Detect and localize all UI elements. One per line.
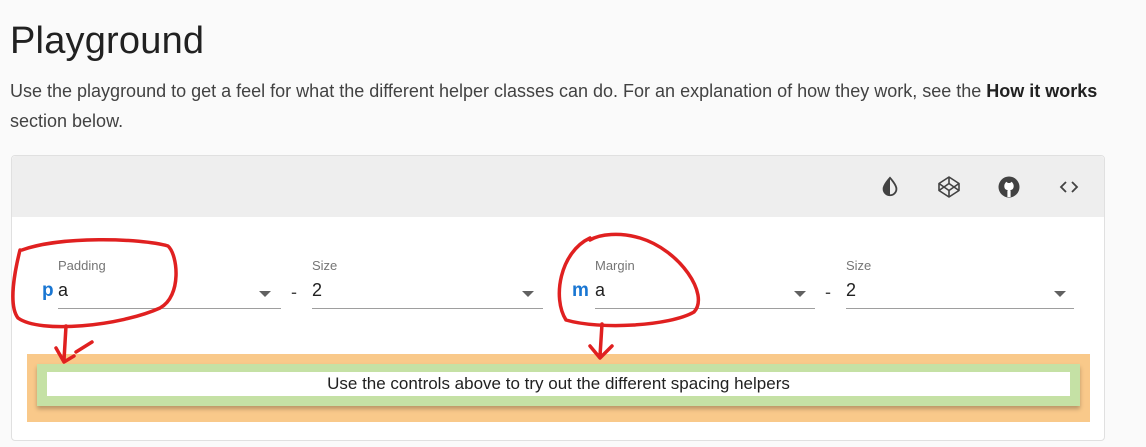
margin-select[interactable]: Margin m a: [571, 258, 815, 314]
intro-paragraph: Use the playground to get a feel for wha…: [10, 76, 1110, 136]
github-button[interactable]: [995, 173, 1023, 201]
playground-card: Padding p a - Size 2 Margin m a - Size 2…: [11, 155, 1105, 441]
margin-size-label: Size: [846, 258, 872, 273]
demo-margin-area: Use the controls above to try out the di…: [27, 354, 1090, 422]
padding-size-label: Size: [312, 258, 338, 273]
margin-prefix: m: [572, 280, 589, 301]
invert-colors-icon: [882, 176, 898, 197]
intro-text: Use the playground to get a feel for wha…: [10, 81, 987, 101]
page-title: Playground: [10, 20, 205, 62]
padding-underline: [58, 308, 281, 309]
padding-size-select[interactable]: Size 2: [312, 258, 543, 314]
code-icon: [1059, 181, 1079, 193]
view-source-button[interactable]: [1055, 173, 1083, 201]
intro-text-end: section below.: [10, 111, 124, 131]
padding-value: a: [58, 280, 69, 300]
demo-padding-area: Use the controls above to try out the di…: [37, 364, 1080, 406]
margin-underline: [595, 308, 815, 309]
margin-size-select[interactable]: Size 2: [846, 258, 1074, 314]
margin-separator: -: [825, 282, 831, 302]
how-it-works-link-text: How it works: [986, 81, 1098, 101]
codepen-icon: [938, 176, 960, 198]
margin-label: Margin: [595, 258, 635, 273]
playground-toolbar: [12, 156, 1104, 217]
padding-label: Padding: [58, 258, 106, 273]
codepen-button[interactable]: [935, 173, 963, 201]
padding-size-underline: [312, 308, 543, 309]
chevron-down-icon: [1054, 291, 1066, 297]
margin-value: a: [595, 280, 606, 300]
padding-select[interactable]: Padding p a: [40, 258, 281, 314]
chevron-down-icon: [794, 291, 806, 297]
github-icon: [998, 176, 1020, 198]
demo-content: Use the controls above to try out the di…: [47, 372, 1070, 396]
invert-colors-button[interactable]: [876, 173, 904, 201]
margin-size-value: 2: [846, 280, 857, 300]
chevron-down-icon: [522, 291, 534, 297]
chevron-down-icon: [259, 291, 271, 297]
padding-size-value: 2: [312, 280, 323, 300]
padding-separator: -: [291, 282, 297, 302]
padding-prefix: p: [42, 280, 54, 301]
margin-size-underline: [846, 308, 1074, 309]
